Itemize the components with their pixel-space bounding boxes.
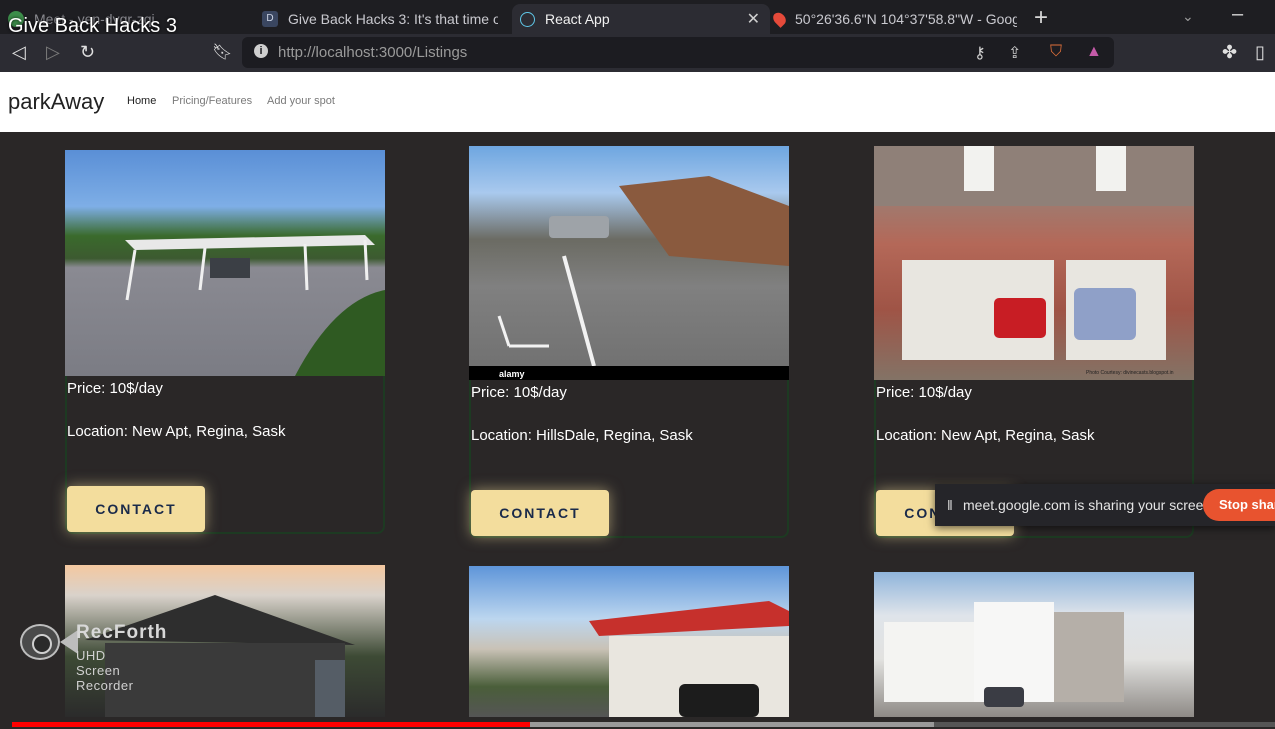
key-icon[interactable]: ⚷ (974, 43, 986, 63)
brave-shield-icon[interactable]: ⛉ (1050, 43, 1062, 61)
react-icon (520, 11, 535, 27)
listing-card: Photo Courtesy: divinecasts.blogspot.in … (874, 146, 1194, 538)
forward-icon[interactable]: ▷ (46, 42, 60, 63)
app-navbar: parkAway Home Pricing/Features Add your … (0, 72, 1275, 132)
address-bar[interactable]: i http://localhost:3000/Listings ⚷ ⇪ ⛉ ▲ (242, 37, 1114, 68)
close-tab-icon[interactable]: ✕ (747, 9, 760, 29)
url-path: :3000/Listings (374, 44, 468, 61)
listing-location: Location: New Apt, Regina, Sask (876, 427, 1095, 444)
brave-rewards-icon[interactable]: ▲ (1086, 43, 1102, 61)
listing-details: Price: 10$/day Location: HillsDale, Regi… (469, 380, 789, 538)
listing-card: Price: 10$/day Location: New Apt, Regina… (65, 150, 385, 534)
chevron-down-icon[interactable]: ⌄ (1182, 8, 1194, 25)
carport-house-image (589, 601, 789, 717)
screen-share-banner: ‖ meet.google.com is sharing your screen… (935, 484, 1275, 526)
listing-photo: alamy (469, 146, 789, 380)
contact-button[interactable]: CONTACT (67, 486, 205, 532)
tab-label: React App (545, 11, 610, 27)
video-progress-bar[interactable] (12, 722, 1275, 727)
listing-photo: Photo Courtesy: divinecasts.blogspot.in (874, 146, 1194, 380)
screen-share-message: meet.google.com is sharing your screen. (963, 497, 1216, 513)
back-icon[interactable]: ◁ (12, 42, 26, 63)
url-text[interactable]: http://localhost:3000/Listings (278, 44, 467, 61)
listing-card (874, 572, 1194, 717)
apartment-building-image (884, 602, 1124, 707)
sidebar-icon[interactable]: ▯ (1255, 42, 1265, 63)
listing-location: Location: HillsDale, Regina, Sask (471, 427, 693, 444)
listing-price: Price: 10$/day (471, 384, 567, 401)
camera-icon (20, 624, 60, 660)
browser-toolbar: ◁ ▷ ↻ 🔖︎ i http://localhost:3000/Listing… (0, 34, 1275, 72)
bookmark-icon[interactable]: 🔖︎ (212, 42, 232, 62)
browser-tab-strip: Meet - yen-dvqr-zqi D Give Back Hacks 3:… (0, 0, 1275, 34)
nav-home[interactable]: Home (127, 95, 156, 107)
listing-photo (874, 572, 1194, 717)
carport-canopy-image (125, 235, 385, 376)
double-garage-image: Photo Courtesy: divinecasts.blogspot.in (874, 146, 1194, 376)
tab-label: 50°26'36.6"N 104°37'58.8"W - Google (795, 11, 1017, 27)
maps-pin-icon (770, 10, 789, 28)
listing-photo (469, 566, 789, 717)
listing-location: Location: New Apt, Regina, Sask (67, 423, 286, 440)
tab-devpost[interactable]: D Give Back Hacks 3: It's that time of y… (262, 4, 508, 34)
nav-pricing[interactable]: Pricing/Features (172, 95, 252, 107)
extensions-icon[interactable]: ✤ (1222, 42, 1237, 63)
reload-icon[interactable]: ↻ (80, 42, 95, 63)
tab-google-maps[interactable]: 50°26'36.6"N 104°37'58.8"W - Google (770, 4, 1024, 34)
tab-label: Give Back Hacks 3: It's that time of yea (288, 11, 498, 27)
url-host: http://localhost (278, 44, 375, 61)
alamy-watermark: alamy (499, 369, 525, 379)
listing-price: Price: 10$/day (67, 380, 163, 397)
video-played (12, 722, 530, 727)
minimize-icon[interactable]: – (1232, 3, 1243, 26)
listing-details: Price: 10$/day Location: New Apt, Regina… (65, 376, 385, 534)
video-buffered (529, 722, 934, 727)
tab-react-app[interactable]: React App ✕ (512, 4, 770, 34)
devpost-icon: D (262, 11, 278, 27)
site-info-icon[interactable]: i (254, 44, 268, 58)
brand-logo[interactable]: parkAway (8, 89, 104, 115)
stop-sharing-button[interactable]: Stop shar (1203, 489, 1275, 521)
recorder-subtitle: UHD Screen Recorder (76, 648, 134, 693)
contact-button[interactable]: CONTACT (471, 490, 609, 536)
street-parking-image: alamy (469, 176, 789, 380)
share-icon[interactable]: ⇪ (1008, 43, 1021, 63)
new-tab-icon[interactable]: + (1034, 4, 1048, 32)
nav-add-spot[interactable]: Add your spot (267, 95, 335, 107)
pause-icon: ‖ (947, 497, 954, 513)
listing-card (469, 566, 789, 717)
listing-price: Price: 10$/day (876, 384, 972, 401)
listing-photo (65, 150, 385, 376)
recorder-name: RecForth (76, 622, 168, 643)
photo-courtesy: Photo Courtesy: divinecasts.blogspot.in (1086, 370, 1174, 376)
listing-card: alamy Price: 10$/day Location: HillsDale… (469, 146, 789, 538)
